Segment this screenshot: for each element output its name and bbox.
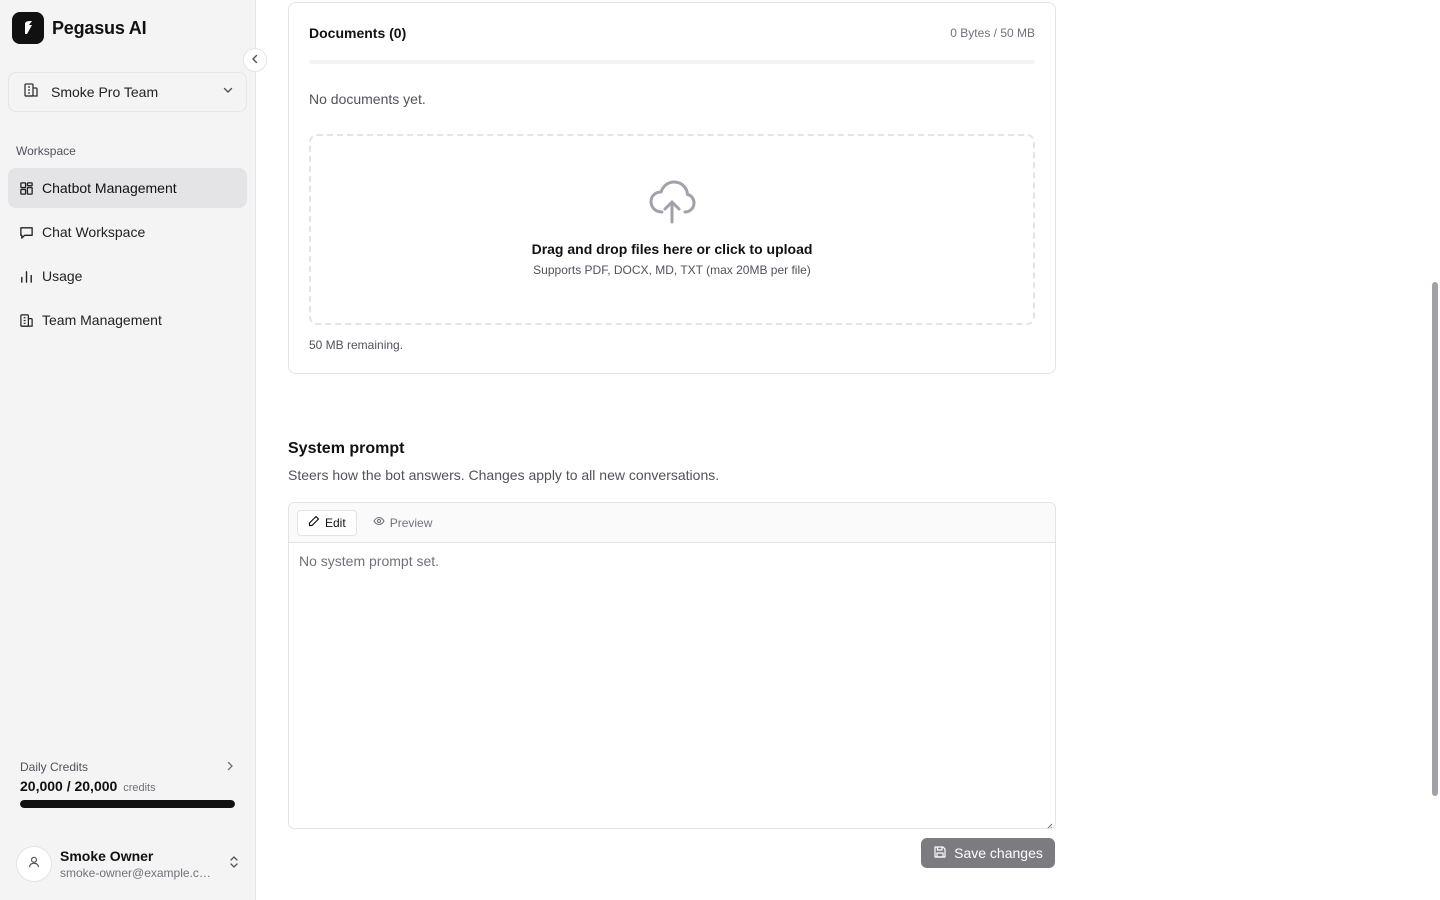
user-icon [27, 855, 41, 874]
upload-subtitle: Supports PDF, DOCX, MD, TXT (max 20MB pe… [533, 263, 811, 277]
sidebar-item-label: Chat Workspace [42, 224, 146, 240]
tab-preview-label: Preview [389, 515, 433, 530]
credits-progress-fill [20, 800, 235, 808]
system-prompt-description: Steers how the bot answers. Changes appl… [288, 467, 720, 483]
collapse-sidebar-button[interactable] [243, 48, 267, 72]
page-scrollbar[interactable] [1432, 282, 1438, 796]
user-menu[interactable]: Smoke Owner smoke-owner@example.com [16, 846, 240, 882]
documents-title: Documents (0) [309, 25, 407, 41]
save-icon [933, 845, 947, 862]
building-icon [23, 82, 39, 103]
credits-progress-bar [20, 800, 235, 808]
chevron-up-down-icon [228, 855, 240, 874]
section-label-workspace: Workspace [16, 144, 76, 158]
chevron-left-icon [250, 51, 260, 69]
storage-remaining: 50 MB remaining. [309, 338, 404, 352]
system-prompt-title: System prompt [288, 440, 405, 457]
credits-label: Daily Credits [20, 760, 89, 774]
brand-name: Pegasus AI [52, 17, 147, 38]
system-prompt-editor: Edit Preview No system prompt set. [288, 502, 1056, 829]
editor-tabs: Edit Preview [289, 503, 1055, 543]
sidebar: Pegasus AI Smoke Pro Team Workspace Chat… [0, 0, 267, 900]
daily-credits[interactable]: Daily Credits 20,000 / 20,000 credits [20, 760, 235, 808]
credits-unit: credits [123, 782, 156, 794]
sidebar-item-label: Chatbot Management [42, 180, 177, 196]
sidebar-item-label: Team Management [42, 312, 162, 328]
upload-title: Drag and drop files here or click to upl… [531, 241, 813, 257]
eye-icon [373, 515, 385, 530]
team-name: Smoke Pro Team [51, 84, 159, 100]
storage-progress-bar [309, 60, 1035, 64]
chevron-down-icon [222, 83, 234, 101]
system-prompt-textarea[interactable]: No system prompt set. [289, 543, 1055, 579]
brand[interactable]: Pegasus AI [12, 12, 147, 44]
resize-handle-icon[interactable] [1045, 818, 1053, 828]
tab-edit[interactable]: Edit [297, 509, 357, 536]
sidebar-nav: Chatbot Management Chat Workspace Usage … [8, 168, 247, 344]
user-name: Smoke Owner [60, 848, 154, 864]
credits-value: 20,000 / 20,000 [20, 778, 118, 794]
save-button-label: Save changes [954, 845, 1043, 861]
tab-edit-label: Edit [325, 515, 346, 530]
sidebar-item-chatbot-management[interactable]: Chatbot Management [8, 168, 247, 208]
documents-empty-text: No documents yet. [309, 91, 426, 107]
documents-card: Documents (0) 0 Bytes / 50 MB No documen… [288, 2, 1056, 374]
sidebar-item-usage[interactable]: Usage [8, 256, 247, 296]
team-selector[interactable]: Smoke Pro Team [8, 72, 247, 112]
pegasus-logo-icon [12, 12, 44, 44]
documents-size: 0 Bytes / 50 MB [950, 26, 1035, 40]
grid-icon [18, 180, 34, 196]
sidebar-item-team-management[interactable]: Team Management [8, 300, 247, 340]
chevron-right-icon [225, 760, 235, 774]
save-changes-button[interactable]: Save changes [921, 838, 1055, 868]
cloud-upload-icon [648, 180, 696, 229]
sidebar-item-chat-workspace[interactable]: Chat Workspace [8, 212, 247, 252]
chat-bubble-icon [18, 224, 34, 240]
tab-preview[interactable]: Preview [363, 510, 443, 536]
building-icon [18, 312, 34, 328]
upload-dropzone[interactable]: Drag and drop files here or click to upl… [309, 134, 1035, 325]
sidebar-item-label: Usage [42, 268, 83, 284]
avatar [16, 846, 52, 882]
bar-chart-icon [18, 268, 34, 284]
user-email: smoke-owner@example.com [60, 866, 212, 880]
pencil-icon [308, 515, 320, 530]
